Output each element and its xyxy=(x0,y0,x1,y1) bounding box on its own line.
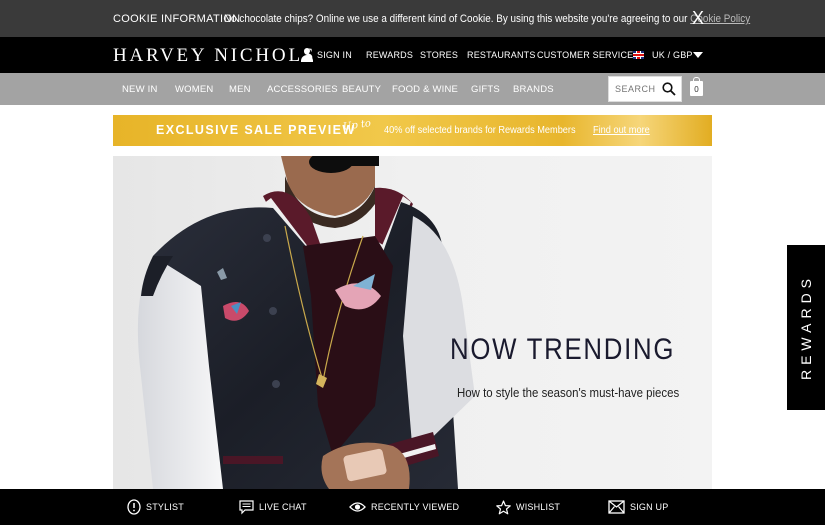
nav-new-in[interactable]: NEW IN xyxy=(122,84,158,95)
close-cookie-button[interactable]: X xyxy=(692,8,704,29)
nav-brands[interactable]: BRANDS xyxy=(513,84,554,95)
locale-selector[interactable]: UK / GBP xyxy=(652,50,693,60)
rewards-tab-label: REWARDS xyxy=(798,273,814,381)
promo-script-text: Up to xyxy=(342,118,372,133)
cookie-title: COOKIE INFORMATION xyxy=(113,13,241,25)
search-box xyxy=(608,76,682,102)
bottom-toolbar: STYLIST LIVE CHAT RECENTLY VIEWED WISHLI… xyxy=(0,489,825,525)
wishlist-button[interactable]: WISHLIST xyxy=(496,489,560,525)
hero-title: NOW TRENDING xyxy=(450,333,676,366)
star-icon xyxy=(496,499,511,514)
rewards-link[interactable]: REWARDS xyxy=(366,50,413,60)
recently-viewed-button[interactable]: RECENTLY VIEWED xyxy=(349,489,459,525)
live-chat-label: LIVE CHAT xyxy=(259,502,307,512)
stylist-icon xyxy=(127,499,141,515)
chevron-down-icon[interactable] xyxy=(693,52,703,58)
cookie-message-text: No chocolate chips? Online we use a diff… xyxy=(224,13,688,25)
shopping-bag-icon[interactable]: 0 xyxy=(690,77,703,96)
nav-accessories[interactable]: ACCESSORIES xyxy=(267,84,338,95)
promo-detail: 40% off selected brands for Rewards Memb… xyxy=(384,125,576,136)
chat-icon xyxy=(239,499,254,514)
nav-women[interactable]: WOMEN xyxy=(175,84,213,95)
wishlist-label: WISHLIST xyxy=(516,502,561,512)
nav-food-wine[interactable]: FOOD & WINE xyxy=(392,84,458,95)
sign-up-label: SIGN UP xyxy=(630,502,669,512)
search-input[interactable] xyxy=(615,84,655,94)
live-chat-button[interactable]: LIVE CHAT xyxy=(239,489,307,525)
stylist-button[interactable]: STYLIST xyxy=(127,489,184,525)
recently-viewed-label: RECENTLY VIEWED xyxy=(371,502,460,512)
site-logo[interactable]: HARVEY NICHOLS xyxy=(113,45,316,67)
promo-find-out-more-link[interactable]: Find out more xyxy=(593,125,650,136)
sign-up-button[interactable]: SIGN UP xyxy=(608,489,668,525)
bag-count: 0 xyxy=(694,85,699,94)
nav-men[interactable]: MEN xyxy=(229,84,251,95)
user-icon[interactable] xyxy=(301,48,313,62)
nav-gifts[interactable]: GIFTS xyxy=(471,84,500,95)
top-navigation: HARVEY NICHOLS SIGN IN REWARDS STORES RE… xyxy=(0,37,825,73)
rewards-side-tab[interactable]: REWARDS xyxy=(787,245,825,410)
category-navigation: NEW IN WOMEN MEN ACCESSORIES BEAUTY FOOD… xyxy=(0,73,825,105)
hero-subtitle: How to style the season's must-have piec… xyxy=(457,385,680,400)
cookie-banner: COOKIE INFORMATION No chocolate chips? O… xyxy=(0,0,825,37)
hero-banner[interactable]: NOW TRENDING How to style the season's m… xyxy=(113,156,712,489)
customer-services-link[interactable]: CUSTOMER SERVICES xyxy=(537,50,640,60)
promo-banner[interactable]: EXCLUSIVE SALE PREVIEW Up to 40% off sel… xyxy=(113,115,712,146)
uk-flag-icon xyxy=(633,51,644,59)
restaurants-link[interactable]: RESTAURANTS xyxy=(467,50,536,60)
eye-icon xyxy=(349,502,366,512)
nav-beauty[interactable]: BEAUTY xyxy=(342,84,381,95)
cookie-message: No chocolate chips? Online we use a diff… xyxy=(224,13,750,25)
search-icon[interactable] xyxy=(662,82,676,96)
stylist-label: STYLIST xyxy=(146,502,184,512)
promo-headline: EXCLUSIVE SALE PREVIEW xyxy=(156,123,356,137)
stores-link[interactable]: STORES xyxy=(420,50,458,60)
envelope-icon xyxy=(608,500,625,514)
hero-model-image xyxy=(113,156,712,489)
sign-in-link[interactable]: SIGN IN xyxy=(317,50,352,60)
